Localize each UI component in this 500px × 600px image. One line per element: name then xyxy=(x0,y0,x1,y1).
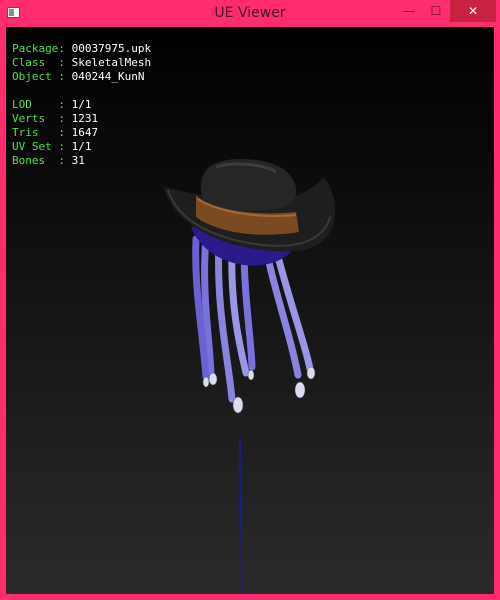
bone-line-lower xyxy=(239,466,243,594)
maximize-button[interactable]: ☐ xyxy=(423,0,449,22)
3d-viewport[interactable]: Package: 00037975.upk Class : SkeletalMe… xyxy=(6,27,494,594)
hat xyxy=(164,159,336,252)
close-button[interactable]: ✕ xyxy=(450,0,496,22)
minimize-button[interactable]: — xyxy=(396,0,422,22)
mesh-render xyxy=(164,159,336,594)
app-window: UE Viewer — ☐ ✕ Package: 00037975.upk Cl… xyxy=(0,0,500,600)
title-bar[interactable]: UE Viewer — ☐ ✕ xyxy=(0,0,500,27)
